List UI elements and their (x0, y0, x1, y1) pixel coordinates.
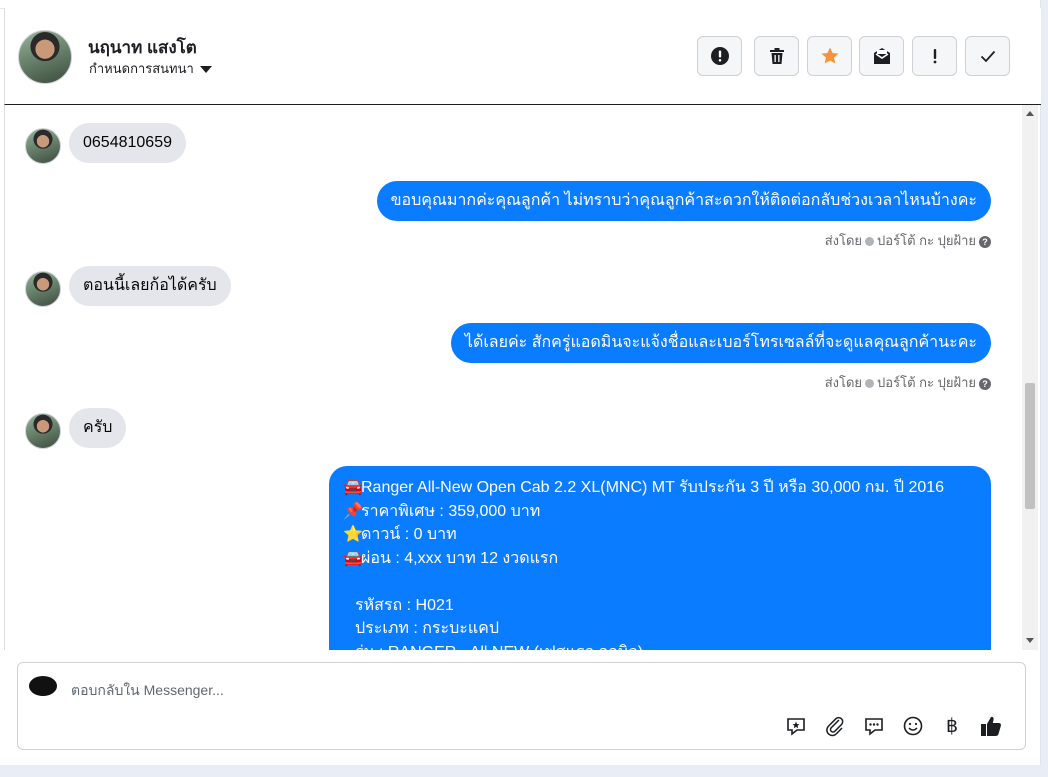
mark-unread-button[interactable] (859, 36, 904, 76)
scroll-up-icon[interactable] (1026, 111, 1034, 116)
caret-down-icon (199, 66, 212, 74)
agent-status-icon (865, 237, 875, 247)
help-icon[interactable]: ? (979, 377, 991, 390)
contact-avatar[interactable] (18, 30, 72, 84)
trash-icon (769, 48, 784, 64)
baht-payment-icon[interactable]: ฿ (939, 713, 965, 739)
star-button[interactable] (807, 36, 852, 76)
scroll-down-icon[interactable] (1026, 638, 1034, 643)
saved-reply-icon (787, 718, 805, 736)
quick-reply-button[interactable] (861, 713, 887, 739)
star-emoji-icon: ⭐ (343, 526, 363, 543)
sent-by-prefix: ส่งโดย (824, 233, 863, 248)
card-line: ผ่อน : 4,xxx บาท 12 งวดแรก (361, 549, 559, 567)
follow-up-button[interactable] (912, 36, 957, 76)
saved-reply-button[interactable] (783, 713, 809, 739)
page-avatar (29, 676, 57, 696)
scroll-thumb[interactable] (1025, 383, 1035, 509)
car-icon: 🚘 (343, 479, 363, 496)
conversation-panel: นฤนาท แสงโต กำหนดการสนทนา 0654810659 ขอบ… (0, 0, 1041, 765)
reply-input[interactable]: ตอบกลับใน Messenger... (71, 680, 224, 702)
car-icon: 🚘 (343, 549, 363, 567)
sender-avatar (25, 271, 61, 307)
exclamation-icon (933, 49, 936, 64)
card-line: รุ่น : RANGER - All NEW (เฟสแรก ออนิว) (343, 641, 979, 651)
assign-label: กำหนดการสนทนา (89, 61, 194, 76)
star-icon (821, 47, 838, 64)
card-line: ดาวน์ : 0 บาท (361, 526, 457, 543)
report-spam-button[interactable] (697, 36, 742, 76)
check-icon (980, 50, 995, 63)
envelope-icon (873, 48, 890, 64)
sent-by-prefix: ส่งโดย (824, 375, 863, 390)
delete-button[interactable] (754, 36, 799, 76)
agent-status-icon (865, 379, 875, 389)
like-button[interactable] (978, 713, 1004, 739)
sent-by-agent: ปอร์โต้ กะ ปุยฝ้าย (877, 233, 976, 248)
incoming-message[interactable]: 0654810659 (69, 123, 186, 163)
card-line: ประเภท : กระบะแคป (355, 620, 500, 637)
sent-by-info: ส่งโดย ปอร์โต้ กะ ปุยฝ้าย? (825, 230, 991, 251)
quick-reply-icon (865, 718, 883, 736)
incoming-message[interactable]: ตอนนี้เลยก้อได้ครับ (69, 266, 231, 306)
emoji-icon (903, 716, 923, 736)
outgoing-message[interactable]: ขอบคุณมากค่ะคุณลูกค้า ไม่ทราบว่าคุณลูกค้… (376, 181, 991, 221)
sender-avatar (25, 413, 61, 449)
attachment-icon (826, 716, 844, 737)
help-icon[interactable]: ? (979, 235, 991, 248)
mark-done-button[interactable] (965, 36, 1010, 76)
sender-avatar (25, 128, 61, 164)
message-thread: 0654810659 ขอบคุณมากค่ะคุณลูกค้า ไม่ทราบ… (4, 105, 1022, 650)
emoji-button[interactable] (900, 713, 926, 739)
assign-conversation-dropdown[interactable]: กำหนดการสนทนา (89, 58, 212, 79)
outgoing-message[interactable]: ได้เลยค่ะ สักครู่แอดมินจะแจ้งชื่อและเบอร… (450, 323, 991, 363)
outgoing-product-card[interactable]: 🚘Ranger All-New Open Cab 2.2 XL(MNC) MT … (329, 466, 991, 650)
exclamation-circle-icon (710, 47, 729, 65)
contact-name[interactable]: นฤนาท แสงโต (88, 34, 197, 61)
reply-composer[interactable]: ตอบกลับใน Messenger... ฿ (17, 662, 1026, 750)
sent-by-agent: ปอร์โต้ กะ ปุยฝ้าย (877, 375, 976, 390)
composer-tools: ฿ (783, 713, 1013, 739)
sent-by-info: ส่งโดย ปอร์โต้ กะ ปุยฝ้าย? (825, 372, 991, 393)
card-line: Ranger All-New Open Cab 2.2 XL(MNC) MT ร… (361, 479, 945, 496)
incoming-message[interactable]: ครับ (69, 408, 127, 448)
card-line: ราคาพิเศษ : 359,000 บาท (361, 502, 541, 520)
attachment-button[interactable] (822, 713, 848, 739)
like-icon (981, 716, 1001, 736)
conversation-header: นฤนาท แสงโต กำหนดการสนทนา (4, 8, 1041, 105)
thread-scrollbar[interactable] (1022, 105, 1038, 650)
pin-icon: 📌 (343, 502, 363, 520)
card-line: รหัสรถ : H021 (355, 596, 454, 614)
